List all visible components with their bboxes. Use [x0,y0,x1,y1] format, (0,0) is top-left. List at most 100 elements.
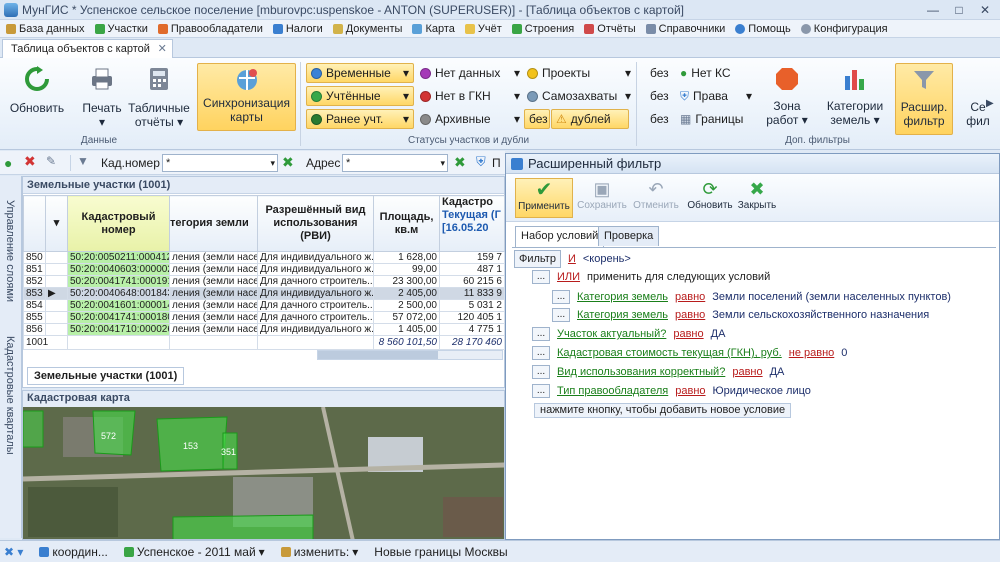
print-button[interactable]: Печать ▾ [78,66,126,136]
cad-number-input[interactable]: * ▾ [162,154,278,172]
edit-icon[interactable]: ✎ [46,154,56,168]
status-layer[interactable]: Новые границы Москвы [374,545,507,559]
cadastral-map[interactable]: Кадастровая карта 572 153 351 [22,390,505,540]
row-checkbox[interactable] [45,263,68,276]
tab-plots-bottom[interactable]: Земельные участки (1001) [27,367,185,385]
borders-button[interactable]: ▦ Границы [680,109,743,129]
condition-operator[interactable]: равно [675,289,705,305]
tools-icon[interactable]: ✖ ▾ [4,545,23,559]
condition-value[interactable]: Земли сельскохозяйственного назначения [712,307,929,323]
archive-button[interactable]: Архивные ▾ [420,109,520,129]
nodata-button[interactable]: Нет данных ▾ [420,63,520,83]
scroll-right-icon[interactable]: ▶ [986,98,994,109]
condition-operator[interactable]: равно [732,364,762,380]
menu-item-plots[interactable]: Участки [94,23,148,35]
menu-item-help[interactable]: Помощь [735,23,791,35]
add-icon[interactable]: ● [4,155,12,171]
land-category-header[interactable]: тегория земли [169,195,258,252]
condition-menu-button[interactable]: ... [532,384,550,398]
condition-operator[interactable]: равно [673,326,703,342]
condition-value[interactable]: ДА [770,364,785,380]
condition-field[interactable]: Вид использования корректный? [557,364,725,380]
status-previous-button[interactable]: Ранее учт. ▾ [306,109,414,129]
tab-objects-table[interactable]: Таблица объектов с картой ✕ [2,39,173,58]
condition-menu-button[interactable]: ... [532,346,550,360]
save-button[interactable]: ▣ Сохранить [573,178,631,218]
without-button[interactable]: без [524,109,550,129]
select-header[interactable]: ▾ [45,195,68,252]
row-checkbox[interactable] [45,275,68,288]
filter-button[interactable]: Фильтр [514,250,561,268]
condition-operator[interactable]: равно [675,383,705,399]
rvi-header[interactable]: Разрешённый вид использования (РВИ) [257,195,374,252]
menu-item-accounting[interactable]: Учёт [464,23,502,35]
condition-menu-button[interactable]: ... [532,327,550,341]
condition-field[interactable]: Тип правообладателя [557,383,668,399]
menu-item-taxes[interactable]: Налоги [272,23,323,35]
condition-value[interactable]: 0 [841,345,847,361]
condition-value[interactable]: Земли поселений (земли населенных пункто… [712,289,951,305]
row-checkbox[interactable] [45,311,68,324]
table-row[interactable]: 85450:20:0041601:000014ления (земли насе… [23,299,505,312]
logic-and[interactable]: И [568,251,576,267]
condition-field[interactable]: Категория земель [577,307,668,323]
cad-number-header[interactable]: Кадастровый номер [67,195,170,252]
close-icon[interactable]: ✕ [158,40,167,58]
seizures-button[interactable]: Самозахваты ▾ [527,86,631,106]
status-coordinates[interactable]: координ... [39,545,108,559]
not-in-gkn-button[interactable]: Нет в ГКН ▾ [420,86,520,106]
row-checkbox[interactable] [45,323,68,336]
tab-cadastral-blocks[interactable]: Кадастровые кварталы [4,336,16,455]
work-zone-button[interactable]: Зона работ ▾ [760,66,814,136]
shield-icon[interactable]: ⛨ [476,154,486,170]
area-header[interactable]: Площадь, кв.м [373,195,440,252]
row-checkbox[interactable]: ▶ [45,287,68,300]
condition-value[interactable]: ДА [711,326,726,342]
menu-item-owners[interactable]: Правообладатели [157,23,263,35]
condition-field[interactable]: Категория земель [577,289,668,305]
table-row[interactable]: 85250:20:0041741:000191ления (земли насе… [23,275,505,288]
close-button[interactable]: ✖ Закрыть [728,178,786,218]
menu-item-references[interactable]: Справочники [645,23,725,35]
menu-item-database[interactable]: База данных [6,23,85,35]
clear-green-icon[interactable]: ✖ [282,154,294,171]
logic-or[interactable]: ИЛИ [557,269,580,285]
condition-menu-button[interactable]: ... [532,270,550,284]
condition-operator[interactable]: не равно [789,345,835,361]
close-icon[interactable]: ✕ [972,0,998,20]
duplicates-button[interactable]: ⚠ дублей [551,109,629,129]
cancel-button[interactable]: ↶ Отменить [627,178,685,218]
minimize-icon[interactable]: — [920,0,946,20]
delete-icon[interactable]: ✖ [24,153,36,170]
condition-field[interactable]: Участок актуальный? [557,326,666,342]
tabular-reports-button[interactable]: Табличные отчёты ▾ [126,66,192,136]
horizontal-scrollbar[interactable] [317,350,503,360]
table-row[interactable]: 85650:20:0041710:000026ления (земли насе… [23,323,505,336]
condition-operator[interactable]: равно [675,307,705,323]
clear-green-icon[interactable]: ✖ [454,154,466,171]
status-temporary-button[interactable]: Временные ▾ [306,63,414,83]
row-checkbox[interactable] [45,251,68,264]
rights-button[interactable]: ⛨ Права ▾ [680,86,752,106]
status-registered-button[interactable]: Учтённые ▾ [306,86,414,106]
condition-menu-button[interactable]: ... [552,290,570,304]
table-row-selected[interactable]: 853 ▶ 50:20:0040648:001843 ления (земли нас… [23,287,505,300]
table-row[interactable]: 85150:20:0040603:000002ления (земли насе… [23,263,505,276]
tab-conditions[interactable]: Набор условий [515,226,605,247]
land-categories-button[interactable]: Категории земель ▾ [818,66,892,136]
maximize-icon[interactable]: □ [946,0,972,20]
sync-map-button[interactable]: Синхронизация карты [197,63,296,131]
condition-menu-button[interactable]: ... [552,308,570,322]
status-edit[interactable]: изменить: ▾ [280,545,358,559]
table-row[interactable]: 85050:20:0050211:000412ления (земли насе… [23,251,505,264]
menu-item-buildings[interactable]: Строения [511,23,574,35]
address-input[interactable]: * ▾ [342,154,448,172]
tab-layers-management[interactable]: Управление слоями [4,200,16,302]
filter-icon[interactable]: ▼ [77,154,89,168]
refresh-button[interactable]: Обновить [6,66,68,122]
menu-item-documents[interactable]: Документы [332,23,402,35]
extended-filter-button[interactable]: Расшир. фильтр [895,63,953,135]
no-ks-button[interactable]: ● Нет КС [680,63,731,83]
tab-check[interactable]: Проверка [598,226,660,246]
condition-field[interactable]: Кадастровая стоимость текущая (ГКН), руб… [557,345,782,361]
